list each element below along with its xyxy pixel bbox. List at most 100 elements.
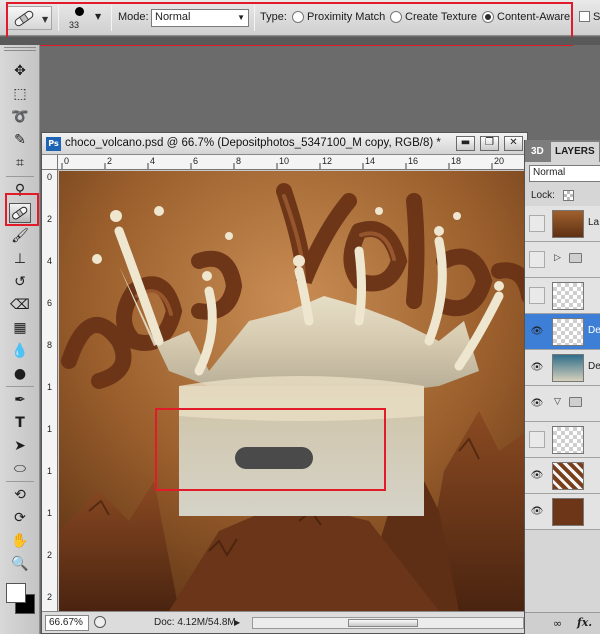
3d-rotate-tool-icon[interactable]: ⟲ bbox=[9, 485, 31, 505]
eyedropper-tool-icon[interactable]: ⚲ bbox=[9, 180, 31, 200]
layer-row-selected[interactable]: 👁 Dep bbox=[525, 314, 600, 350]
eye-icon[interactable]: 👁 bbox=[530, 326, 544, 338]
tab-3d[interactable]: 3D bbox=[527, 142, 548, 162]
blend-mode-select[interactable]: Normal bbox=[529, 165, 600, 182]
layer-row[interactable] bbox=[525, 422, 600, 458]
eraser-tool-icon[interactable]: ⌫ bbox=[9, 295, 31, 315]
layer-thumbnail bbox=[552, 210, 584, 238]
layer-style-button[interactable]: fx. bbox=[577, 616, 592, 629]
create-texture-label: Create Texture bbox=[405, 11, 477, 23]
lasso-tool-icon[interactable]: ➰ bbox=[9, 107, 31, 127]
hand-tool-icon[interactable]: ✋ bbox=[9, 531, 31, 551]
eye-icon[interactable]: 👁 bbox=[530, 506, 544, 518]
chevron-down-icon: ▼ bbox=[42, 15, 49, 24]
divider bbox=[254, 5, 255, 31]
mode-label: Mode: bbox=[118, 11, 149, 23]
radio-proximity-match[interactable] bbox=[292, 11, 304, 23]
document-title-bar[interactable]: Ps choco_volcano.psd @ 66.7% (Depositpho… bbox=[42, 133, 527, 155]
crop-tool-icon[interactable]: ⌗ bbox=[9, 153, 31, 173]
quick-selection-tool-icon[interactable]: ✎ bbox=[9, 130, 31, 150]
ruler-label: 0 bbox=[47, 172, 53, 182]
eye-icon[interactable]: 👁 bbox=[530, 362, 544, 374]
ruler-label: 2 bbox=[107, 156, 113, 166]
brush-picker[interactable]: 33 ▼ bbox=[62, 3, 108, 33]
layer-thumbnail bbox=[552, 318, 584, 346]
healing-brush-stroke bbox=[235, 447, 313, 469]
visibility-toggle[interactable] bbox=[529, 287, 545, 304]
history-brush-tool-icon[interactable]: ↺ bbox=[9, 272, 31, 292]
eye-icon[interactable]: 👁 bbox=[530, 470, 544, 482]
blur-tool-icon[interactable]: 💧 bbox=[9, 341, 31, 361]
maximize-button[interactable]: ❐ bbox=[480, 136, 499, 151]
visibility-toggle[interactable] bbox=[529, 431, 545, 448]
close-button[interactable]: ✕ bbox=[504, 136, 523, 151]
tool-preset-picker[interactable]: ▼ bbox=[6, 6, 52, 30]
brush-size-value: 33 bbox=[69, 20, 80, 30]
layer-row[interactable]: La bbox=[525, 206, 600, 242]
layer-row[interactable]: 👁 bbox=[525, 458, 600, 494]
gradient-tool-icon[interactable]: ▦ bbox=[9, 318, 31, 338]
ruler-label: 16 bbox=[408, 156, 419, 166]
horizontal-scrollbar[interactable] bbox=[252, 617, 524, 629]
tab-layers[interactable]: LAYERS bbox=[551, 142, 599, 162]
status-info-icon[interactable] bbox=[94, 616, 106, 628]
layer-row[interactable]: 👁 bbox=[525, 494, 600, 530]
link-layers-icon[interactable]: ∞ bbox=[553, 617, 562, 630]
chevron-down-icon: ▼ bbox=[95, 12, 102, 21]
divider bbox=[6, 481, 34, 482]
visibility-toggle[interactable] bbox=[529, 215, 545, 232]
toolbox-grip[interactable] bbox=[4, 47, 36, 51]
ruler-label: 4 bbox=[47, 256, 53, 266]
radio-create-texture[interactable] bbox=[390, 11, 402, 23]
chevron-right-icon[interactable]: ▶ bbox=[234, 618, 240, 627]
foreground-color-swatch[interactable] bbox=[6, 583, 26, 603]
layer-thumbnail bbox=[552, 354, 584, 382]
mode-select[interactable]: Normal ▼ bbox=[151, 9, 249, 27]
pen-tool-icon[interactable]: ✒ bbox=[9, 390, 31, 410]
eye-icon[interactable]: 👁 bbox=[530, 398, 544, 410]
sample-all-checkbox[interactable] bbox=[579, 11, 590, 22]
divider bbox=[572, 5, 573, 31]
chevron-down-icon[interactable]: ▽ bbox=[554, 397, 561, 407]
ruler-origin[interactable] bbox=[42, 155, 58, 170]
dodge-tool-icon[interactable]: ● bbox=[9, 364, 31, 384]
folder-icon bbox=[569, 253, 582, 263]
layer-row[interactable] bbox=[525, 278, 600, 314]
3d-orbit-tool-icon[interactable]: ⟳ bbox=[9, 508, 31, 528]
layers-footer: ∞ fx. bbox=[525, 612, 600, 634]
type-tool-icon[interactable]: T bbox=[9, 413, 31, 433]
path-selection-tool-icon[interactable]: ➤ bbox=[9, 436, 31, 456]
ellipse-tool-icon[interactable]: ⬭ bbox=[9, 459, 31, 479]
scrollbar-thumb[interactable] bbox=[348, 619, 418, 627]
move-tool-icon[interactable]: ✥ bbox=[9, 61, 31, 81]
ruler-label: 1 bbox=[47, 382, 53, 392]
layer-name: Dep bbox=[588, 361, 600, 372]
marquee-tool-icon[interactable]: ⬚ bbox=[9, 84, 31, 104]
brush-tool-icon[interactable]: 🖌 bbox=[9, 226, 31, 246]
layer-row[interactable]: 👁 Dep bbox=[525, 350, 600, 386]
layer-row[interactable]: 👁 ▽ bbox=[525, 386, 600, 422]
chevron-right-icon[interactable]: ▷ bbox=[554, 253, 561, 263]
healing-brush-icon bbox=[14, 10, 34, 27]
horizontal-ruler[interactable]: 0 2 4 6 8 10 12 14 16 18 20 bbox=[58, 155, 527, 170]
lock-transparency-checkbox[interactable] bbox=[563, 190, 574, 201]
radio-content-aware[interactable] bbox=[482, 11, 494, 23]
canvas[interactable] bbox=[59, 171, 527, 611]
ruler-label: 2 bbox=[47, 550, 53, 560]
document-title: choco_volcano.psd @ 66.7% (Depositphotos… bbox=[65, 137, 441, 149]
toolbox: ✥ ⬚ ➰ ✎ ⌗ ⚲ 🖌 ⊥ ↺ ⌫ ▦ 💧 ● ✒ T ➤ ⬭ ⟲ ⟳ ✋ … bbox=[0, 45, 40, 634]
layer-row[interactable]: ▷ bbox=[525, 242, 600, 278]
ruler-label: 20 bbox=[494, 156, 505, 166]
visibility-toggle[interactable] bbox=[529, 251, 545, 268]
zoom-level-field[interactable]: 66.67% bbox=[45, 615, 89, 631]
spot-healing-brush-tool-icon[interactable] bbox=[9, 203, 31, 223]
chocolate-volcano-artwork bbox=[59, 171, 527, 611]
status-bar: 66.67% Doc: 4.12M/54.8M ▶ bbox=[42, 611, 527, 633]
minimize-button[interactable]: ▬ bbox=[456, 136, 475, 151]
clone-stamp-tool-icon[interactable]: ⊥ bbox=[9, 249, 31, 269]
ruler-label: 14 bbox=[365, 156, 376, 166]
zoom-tool-icon[interactable]: 🔍 bbox=[9, 554, 31, 574]
vertical-ruler[interactable]: 0 2 4 6 8 1 1 1 1 2 2 bbox=[42, 170, 58, 611]
document-window: Ps choco_volcano.psd @ 66.7% (Depositpho… bbox=[41, 132, 528, 634]
options-bar: ▼ 33 ▼ Mode: Normal ▼ Type: Proximity Ma… bbox=[0, 0, 600, 36]
